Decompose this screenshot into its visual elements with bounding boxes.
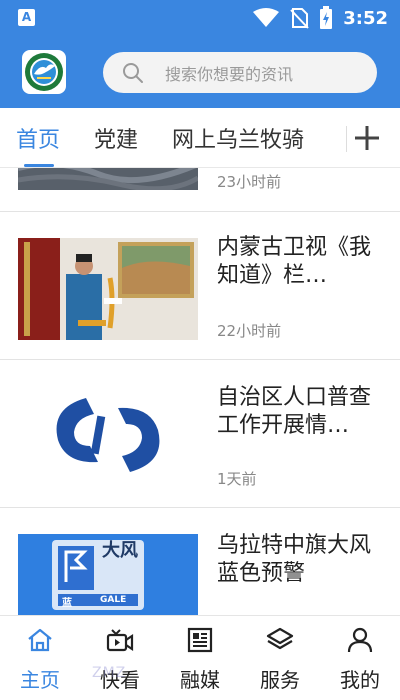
nav-label: 快看 — [100, 668, 140, 692]
no-sim-icon — [290, 8, 309, 29]
news-title: 内蒙古卫视《我知道》栏… — [217, 235, 372, 288]
app-notification-icon: A — [18, 9, 35, 26]
news-list: 23小时前 内蒙古卫视《我知道》栏… 22小时前 自治区人口普查工作开展情… 1… — [0, 168, 400, 615]
list-item[interactable]: 自治区人口普查工作开展情… 1天前 — [0, 360, 400, 508]
news-thumbnail — [18, 238, 198, 340]
newspaper-icon — [187, 627, 213, 653]
news-thumbnail — [18, 168, 198, 190]
news-time: 22小时前 — [217, 322, 282, 340]
add-tab-icon[interactable] — [350, 120, 384, 156]
status-bar: A 3:52 — [0, 0, 400, 36]
news-time: 23小时前 — [217, 173, 282, 191]
search-bar[interactable]: 搜索你想要的资讯 — [103, 52, 377, 93]
list-item[interactable]: 大风 蓝 GALE 乌拉特中旗大风蓝色预警 — [0, 508, 400, 615]
news-thumbnail — [18, 384, 198, 486]
app-header: 搜索你想要的资讯 — [0, 36, 400, 108]
search-placeholder: 搜索你想要的资讯 — [165, 64, 294, 84]
nav-media[interactable]: 融媒 — [160, 616, 240, 700]
warning-big-text: 大风 — [102, 540, 138, 561]
tab-home[interactable]: 首页 — [16, 122, 60, 154]
news-thumbnail: 大风 蓝 GALE — [18, 534, 198, 615]
nav-label: 服务 — [260, 668, 300, 692]
nav-home[interactable]: 主页 — [0, 616, 80, 700]
home-icon — [28, 628, 52, 652]
nav-label: 主页 — [20, 668, 60, 692]
news-time: 1天前 — [217, 470, 257, 488]
search-icon — [123, 62, 143, 83]
nav-label: 我的 — [340, 668, 380, 692]
status-icons: 3:52 — [253, 0, 388, 36]
list-item[interactable]: 23小时前 — [0, 168, 400, 212]
app-logo[interactable] — [22, 50, 66, 94]
list-item[interactable]: 内蒙古卫视《我知道》栏… 22小时前 — [0, 212, 400, 360]
tab-divider — [346, 126, 347, 152]
wifi-icon — [253, 8, 280, 27]
user-icon — [347, 627, 373, 653]
warning-small-right: GALE — [100, 595, 127, 605]
nav-quick-watch[interactable]: 快看 — [80, 616, 160, 700]
bottom-navigation: 主页 快看 融媒 服务 我的 — [0, 615, 400, 700]
battery-charging-icon — [320, 6, 333, 29]
nav-me[interactable]: 我的 — [320, 616, 400, 700]
warning-small-left: 蓝 — [62, 598, 72, 609]
layers-icon — [266, 627, 294, 650]
nav-services[interactable]: 服务 — [240, 616, 320, 700]
tab-online-ulan-muqir[interactable]: 网上乌兰牧骑 — [172, 122, 304, 154]
video-icon — [106, 629, 134, 652]
news-title: 乌拉特中旗大风蓝色预警 — [217, 533, 372, 586]
emblem-icon — [25, 53, 63, 91]
active-tab-indicator — [24, 164, 54, 167]
tab-party-building[interactable]: 党建 — [94, 122, 138, 154]
nav-label: 融媒 — [180, 668, 220, 692]
news-title: 自治区人口普查工作开展情… — [217, 385, 372, 438]
status-time: 3:52 — [343, 7, 388, 29]
